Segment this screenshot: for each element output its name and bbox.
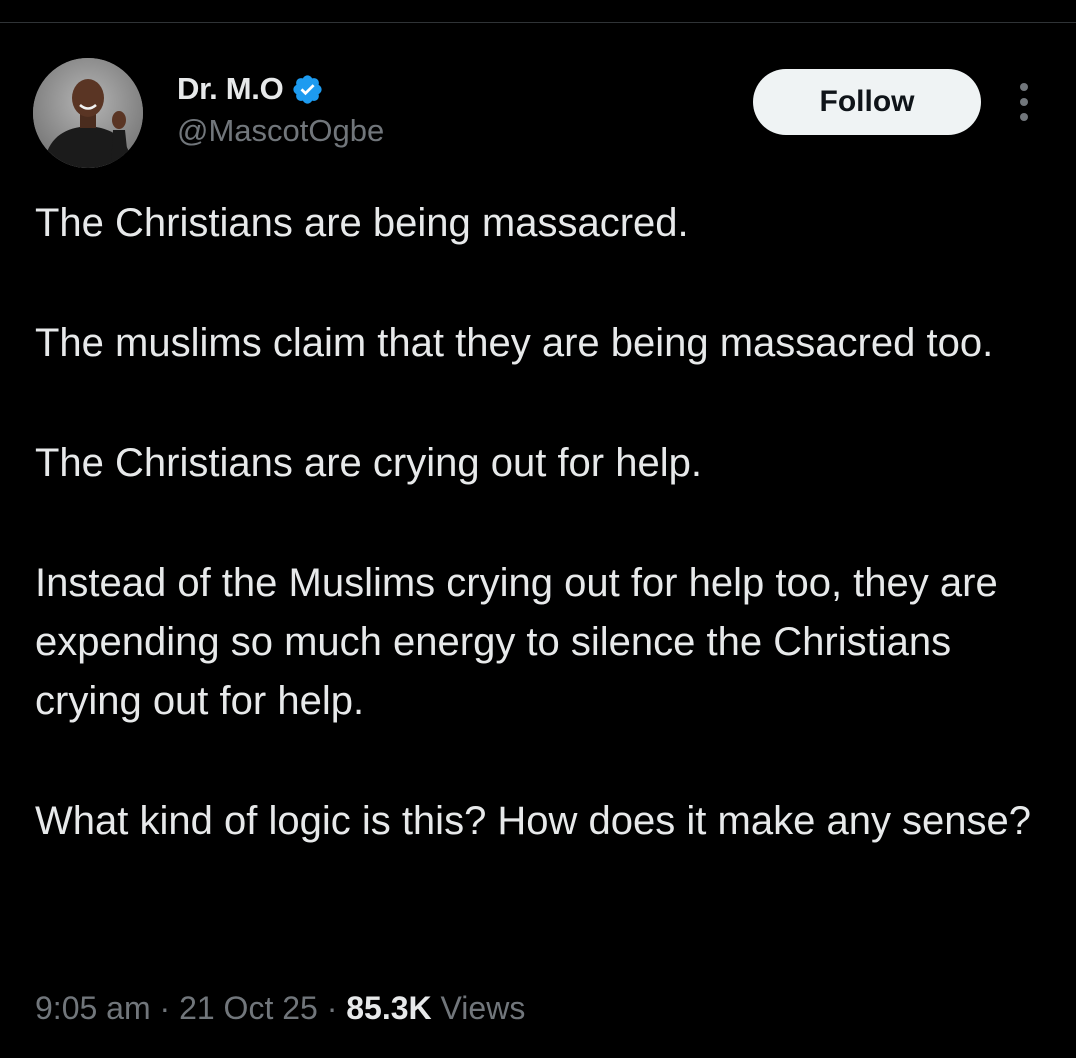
avatar-image [33, 58, 143, 168]
avatar[interactable] [33, 58, 143, 168]
top-divider [0, 22, 1076, 23]
display-name[interactable]: Dr. M.O [177, 71, 284, 107]
verified-badge-icon[interactable] [291, 73, 324, 106]
tweet-meta: 9:05 am · 21 Oct 25 · 85.3K Views [35, 990, 525, 1027]
user-info: Dr. M.O @MascotOgbe [177, 66, 384, 150]
views-label: Views [440, 990, 526, 1026]
tweet-time[interactable]: 9:05 am [35, 990, 151, 1026]
follow-button[interactable]: Follow [753, 69, 981, 135]
views-count[interactable]: 85.3K [346, 990, 431, 1026]
more-dot [1020, 113, 1028, 121]
tweet-paragraph: The muslims claim that they are being ma… [35, 321, 994, 365]
tweet-paragraph: The Christians are crying out for help. [35, 441, 702, 485]
meta-separator: · [326, 990, 338, 1026]
more-options-icon[interactable] [1004, 78, 1044, 126]
tweet-text: The Christians are being massacred. The … [35, 194, 1055, 851]
more-dot [1020, 98, 1028, 106]
name-row: Dr. M.O [177, 66, 384, 112]
tweet-paragraph: The Christians are being massacred. [35, 201, 689, 245]
tweet-date[interactable]: 21 Oct 25 [179, 990, 318, 1026]
tweet-paragraph: What kind of logic is this? How does it … [35, 799, 1032, 843]
meta-separator: · [159, 990, 171, 1026]
tweet-paragraph: Instead of the Muslims crying out for he… [35, 561, 998, 723]
more-dot [1020, 83, 1028, 91]
user-handle[interactable]: @MascotOgbe [177, 112, 384, 150]
